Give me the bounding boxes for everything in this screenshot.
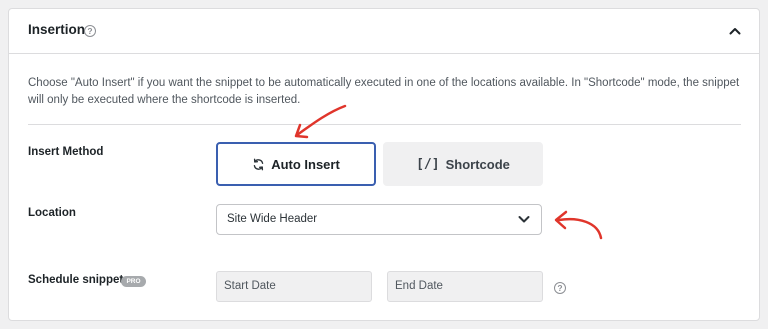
start-date-input[interactable]: Start Date	[216, 271, 372, 302]
auto-insert-label: Auto Insert	[271, 156, 340, 172]
chevron-up-icon[interactable]	[729, 26, 741, 36]
location-select[interactable]: Site Wide Header	[216, 204, 542, 235]
shortcode-label: Shortcode	[445, 156, 510, 172]
divider	[28, 124, 741, 125]
insert-method-label: Insert Method	[28, 146, 104, 158]
shortcode-button[interactable]: [/] Shortcode	[383, 142, 543, 186]
location-selected-value: Site Wide Header	[227, 213, 318, 225]
auto-insert-button[interactable]: Auto Insert	[216, 142, 376, 186]
chevron-down-icon	[518, 216, 530, 223]
location-label: Location	[28, 207, 76, 219]
insertion-description: Choose "Auto Insert" if you want the sni…	[28, 77, 740, 106]
brackets-icon: [/]	[416, 156, 440, 172]
schedule-snippet-label: Schedule snippet	[28, 274, 124, 286]
panel-title: Insertion	[28, 22, 86, 37]
help-icon[interactable]: ?	[84, 25, 96, 37]
help-icon[interactable]: ?	[554, 282, 566, 294]
insertion-panel: Insertion ? Choose "Auto Insert" if you …	[8, 8, 760, 321]
end-date-input[interactable]: End Date	[387, 271, 543, 302]
pro-badge: PRO	[121, 276, 146, 287]
panel-header[interactable]: Insertion ?	[9, 9, 759, 54]
sync-icon	[253, 158, 264, 170]
